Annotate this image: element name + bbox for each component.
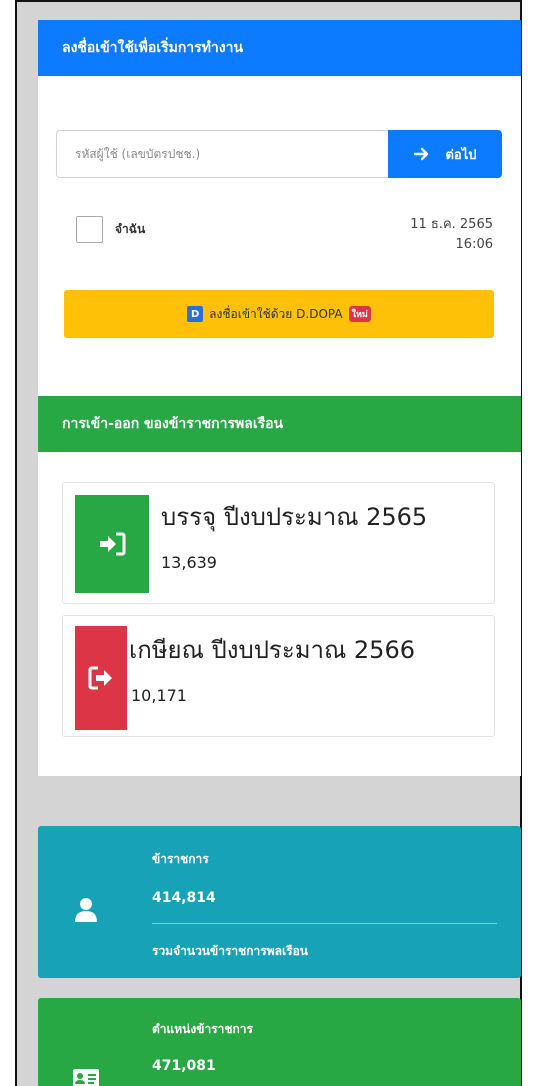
next-button-label: ต่อไป	[445, 147, 477, 163]
dopa-login-button[interactable]: D ลงชื่อเข้าใช้ด้วย D.DOPA ใหม่	[64, 290, 494, 338]
dopa-logo-icon: D	[187, 306, 204, 322]
sign-in-icon	[75, 495, 149, 593]
new-badge: ใหม่	[348, 306, 371, 322]
username-input[interactable]	[56, 130, 388, 178]
positions-card[interactable]: ตำแหน่งข้าราชการ 471,081	[38, 998, 521, 1086]
login-input-group: ต่อไป	[56, 130, 502, 178]
id-card-icon	[73, 1069, 99, 1086]
civil-servants-label: ข้าราชการ	[152, 852, 209, 866]
next-button[interactable]: ต่อไป	[388, 130, 502, 178]
inout-card: การเข้า-ออก ของข้าราชการพลเรือน บรรจุ ปี…	[38, 396, 521, 776]
entry-stat-box: บรรจุ ปีงบประมาณ 2565 13,639	[62, 482, 495, 604]
positions-label: ตำแหน่งข้าราชการ	[152, 1022, 253, 1036]
entry-title: บรรจุ ปีงบประมาณ 2565	[161, 503, 428, 531]
remember-me[interactable]: จำฉัน	[76, 216, 145, 243]
user-icon	[75, 898, 97, 922]
civil-servants-card[interactable]: ข้าราชการ 414,814 รวมจำนวนข้าราชการพลเรื…	[38, 826, 521, 978]
arrow-right-icon	[414, 147, 429, 161]
positions-value: 471,081	[152, 1058, 216, 1074]
civil-servants-value: 414,814	[152, 890, 216, 906]
civil-servants-sub: รวมจำนวนข้าราชการพลเรือน	[152, 944, 308, 958]
entry-value: 13,639	[161, 553, 217, 572]
current-date: 11 ธ.ค. 2565	[410, 217, 493, 232]
remember-checkbox[interactable]	[76, 216, 103, 243]
sign-out-icon	[75, 626, 127, 730]
divider	[152, 923, 497, 924]
exit-value: 10,171	[131, 686, 187, 705]
login-header: ลงชื่อเข้าใช้เพื่อเริ่มการทำงาน	[38, 20, 521, 76]
remember-label: จำฉัน	[115, 222, 146, 236]
current-time: 16:06	[455, 237, 493, 252]
dopa-login-label: ลงชื่อเข้าใช้ด้วย D.DOPA	[209, 306, 343, 321]
exit-title: เกษียณ ปีงบประมาณ 2566	[129, 636, 415, 664]
exit-stat-box: เกษียณ ปีงบประมาณ 2566 10,171	[62, 615, 495, 737]
login-card: ลงชื่อเข้าใช้เพื่อเริ่มการทำงาน ต่อไป จำ…	[38, 20, 521, 396]
current-datetime: 11 ธ.ค. 2565 16:06	[410, 215, 493, 255]
inout-header: การเข้า-ออก ของข้าราชการพลเรือน	[38, 396, 521, 452]
